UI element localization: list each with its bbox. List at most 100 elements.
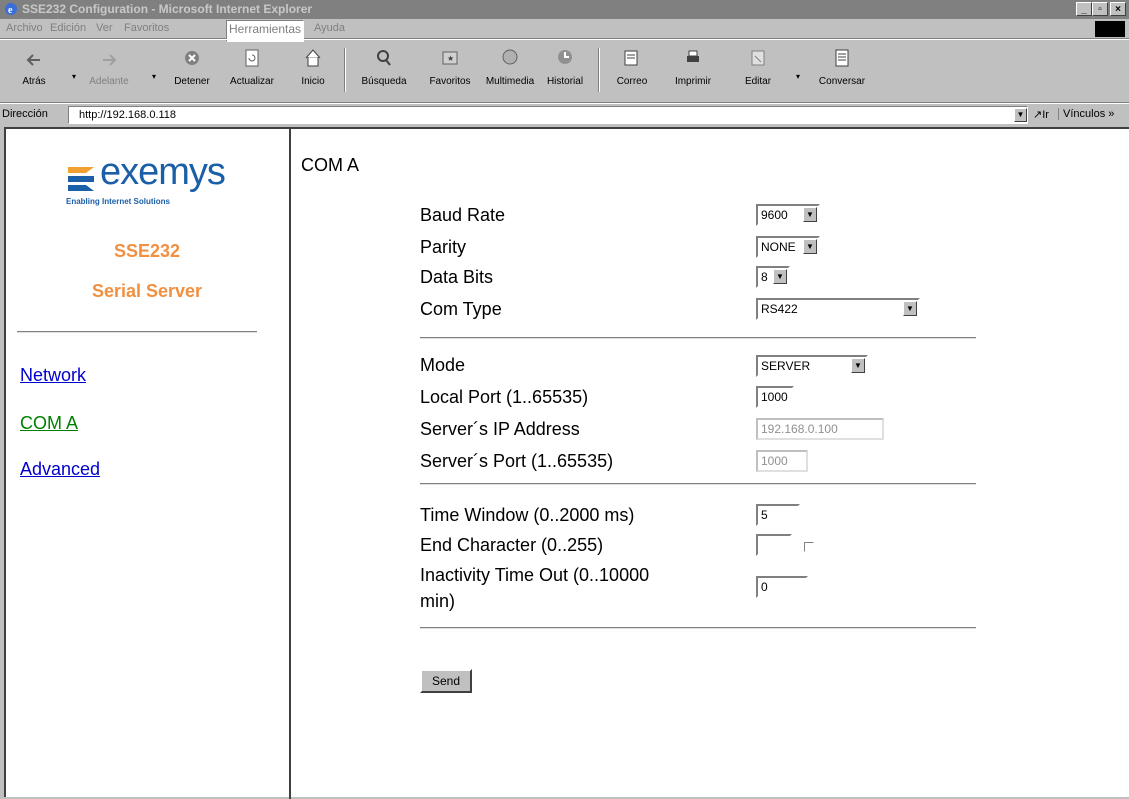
forward-label: Adelante (89, 76, 129, 87)
chevron-down-icon: ▼ (803, 207, 817, 222)
print-button[interactable]: Imprimir (670, 46, 716, 87)
server-ip-input[interactable]: 192.168.0.100 (756, 418, 884, 440)
go-button[interactable]: ↗Ir (1033, 108, 1049, 121)
data-bits-value: 8 (761, 270, 768, 284)
search-button[interactable]: Búsqueda (356, 46, 412, 87)
baud-rate-select[interactable]: 9600 ▼ (756, 204, 820, 226)
chevron-down-icon: ▼ (803, 239, 817, 254)
address-dropdown-icon[interactable]: ▼ (1014, 108, 1027, 122)
media-button[interactable]: Multimedia (480, 46, 540, 87)
parity-value: NONE (761, 240, 796, 254)
parity-label: Parity (420, 237, 467, 257)
stop-label: Detener (174, 76, 210, 87)
close-button[interactable]: × (1110, 2, 1126, 16)
favorites-button[interactable]: ★ Favoritos (422, 46, 478, 87)
inactivity-input[interactable]: 0 (756, 576, 808, 598)
page-content: exemys Enabling Internet Solutions SSE23… (4, 127, 1129, 799)
edit-icon (751, 50, 765, 66)
address-input[interactable]: http://192.168.0.118 (68, 106, 1028, 124)
edit-dropdown-icon[interactable]: ▾ (796, 72, 800, 81)
forward-button[interactable]: Adelante (84, 46, 134, 87)
home-label: Inicio (301, 76, 325, 87)
title-bar: e SSE232 Configuration - Microsoft Inter… (0, 0, 1129, 19)
svg-text:e: e (8, 5, 13, 16)
forward-arrow-icon (103, 54, 117, 66)
parity-select[interactable]: NONE ▼ (756, 236, 820, 258)
product-subtitle: Serial Server (91, 281, 203, 301)
stop-button[interactable]: Detener (170, 46, 214, 87)
menu-ayuda[interactable]: Ayuda (314, 22, 345, 34)
address-bar: Dirección http://192.168.0.118 ▼ ↗Ir Vín… (0, 103, 1129, 128)
mode-select[interactable]: SERVER ▼ (756, 355, 868, 377)
discuss-button[interactable]: Conversar (814, 46, 870, 87)
chevron-down-icon: ▼ (851, 358, 865, 373)
local-port-input[interactable]: 1000 (756, 386, 794, 408)
links-button[interactable]: Vínculos » (1058, 108, 1114, 120)
back-dropdown-icon[interactable]: ▾ (72, 72, 76, 81)
window-title: SSE232 Configuration - Microsoft Interne… (22, 2, 313, 16)
nav-link-advanced[interactable]: Advanced (20, 459, 100, 480)
page-title: COM A (301, 155, 360, 175)
com-type-select[interactable]: RS422 ▼ (756, 298, 920, 320)
mail-label: Correo (616, 76, 648, 87)
minimize-button[interactable]: _ (1076, 2, 1092, 16)
data-bits-select[interactable]: 8 ▼ (756, 266, 790, 288)
mode-label: Mode (420, 355, 466, 375)
discuss-label: Conversar (818, 76, 866, 87)
menu-archivo[interactable]: Archivo (6, 22, 43, 34)
section-divider-2 (420, 483, 976, 485)
toolbar: Atrás ▾ Adelante ▾ Detener Actualizar In… (0, 39, 1129, 103)
refresh-button[interactable]: Actualizar (224, 46, 280, 87)
nav-link-com-a[interactable]: COM A (20, 413, 78, 434)
mail-button[interactable]: Correo (612, 46, 652, 87)
history-button[interactable]: Historial (540, 46, 590, 87)
nav-link-network[interactable]: Network (20, 365, 86, 386)
end-character-checkbox[interactable] (804, 542, 814, 552)
local-port-label: Local Port (1..65535) (420, 387, 589, 407)
history-icon (558, 50, 572, 64)
send-button[interactable]: Send (420, 669, 472, 693)
maximize-button[interactable]: ▫ (1092, 2, 1108, 16)
end-character-input[interactable] (756, 534, 792, 556)
ie-app-icon: e (5, 3, 17, 16)
logo-wordmark: exemys (100, 151, 226, 193)
edit-label: Editar (744, 76, 772, 87)
product-name: SSE232 (113, 241, 181, 261)
forward-dropdown-icon[interactable]: ▾ (152, 72, 156, 81)
favorites-label: Favoritos (429, 76, 471, 87)
search-icon (377, 50, 391, 66)
go-arrow-icon: ↗ (1033, 109, 1043, 121)
time-window-label: Time Window (0..2000 ms) (420, 505, 635, 525)
server-ip-label: Server´s IP Address (420, 419, 580, 439)
stop-icon (185, 51, 199, 65)
refresh-label: Actualizar (230, 76, 274, 87)
home-icon (305, 49, 321, 67)
baud-rate-value: 9600 (761, 208, 788, 222)
printer-icon (687, 50, 699, 62)
address-label: Dirección (2, 108, 48, 120)
mail-icon (624, 50, 638, 66)
edit-button[interactable]: Editar (738, 46, 778, 87)
go-label: Ir (1042, 109, 1049, 121)
menu-favoritos[interactable]: Favoritos (124, 22, 169, 34)
menu-bar: Archivo Edición Ver Favoritos Herramient… (0, 19, 1129, 42)
media-label: Multimedia (485, 76, 535, 87)
home-button[interactable]: Inicio (296, 46, 330, 87)
inactivity-label-line1: Inactivity Time Out (0..10000 (420, 565, 650, 585)
end-character-label: End Character (0..255) (420, 535, 604, 555)
svg-text:★: ★ (447, 54, 454, 63)
left-frame: exemys Enabling Internet Solutions SSE23… (6, 129, 288, 799)
windows-logo-icon (1095, 21, 1125, 37)
back-button[interactable]: Atrás (14, 46, 54, 87)
history-label: Historial (546, 76, 584, 87)
time-window-input[interactable]: 5 (756, 504, 800, 526)
menu-ver[interactable]: Ver (96, 22, 113, 34)
frame-divider[interactable] (289, 129, 291, 799)
discuss-icon (835, 49, 849, 67)
server-port-input[interactable]: 1000 (756, 450, 808, 472)
mode-value: SERVER (761, 359, 811, 373)
sidebar-divider (17, 331, 257, 333)
media-icon (502, 49, 518, 65)
section-divider-1 (420, 337, 976, 339)
menu-edicion[interactable]: Edición (50, 22, 86, 34)
